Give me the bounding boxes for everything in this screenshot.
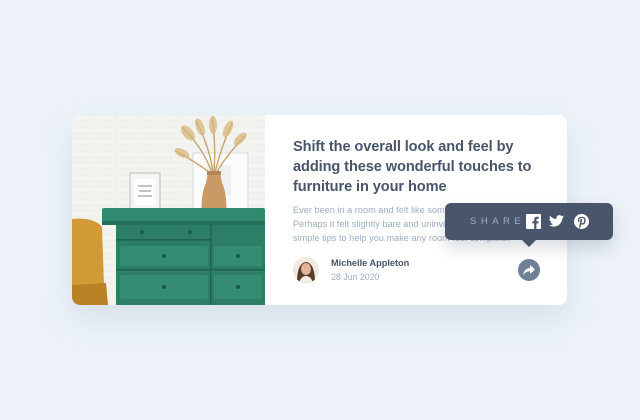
article-title: Shift the overall look and feel by addin…	[293, 139, 532, 195]
popup-arrow	[521, 239, 537, 247]
twitter-icon[interactable]	[549, 214, 564, 229]
avatar	[293, 257, 319, 283]
pinterest-icon[interactable]	[574, 214, 589, 229]
author-date: 28 Jun 2020	[331, 272, 380, 282]
article-image	[72, 115, 265, 305]
share-label: SHARE	[470, 216, 526, 227]
share-arrow-icon	[523, 264, 535, 275]
facebook-icon[interactable]	[526, 214, 541, 229]
share-button[interactable]	[518, 259, 540, 281]
share-popup: SHARE	[445, 203, 613, 247]
author-name: Michelle Appleton	[331, 258, 410, 268]
